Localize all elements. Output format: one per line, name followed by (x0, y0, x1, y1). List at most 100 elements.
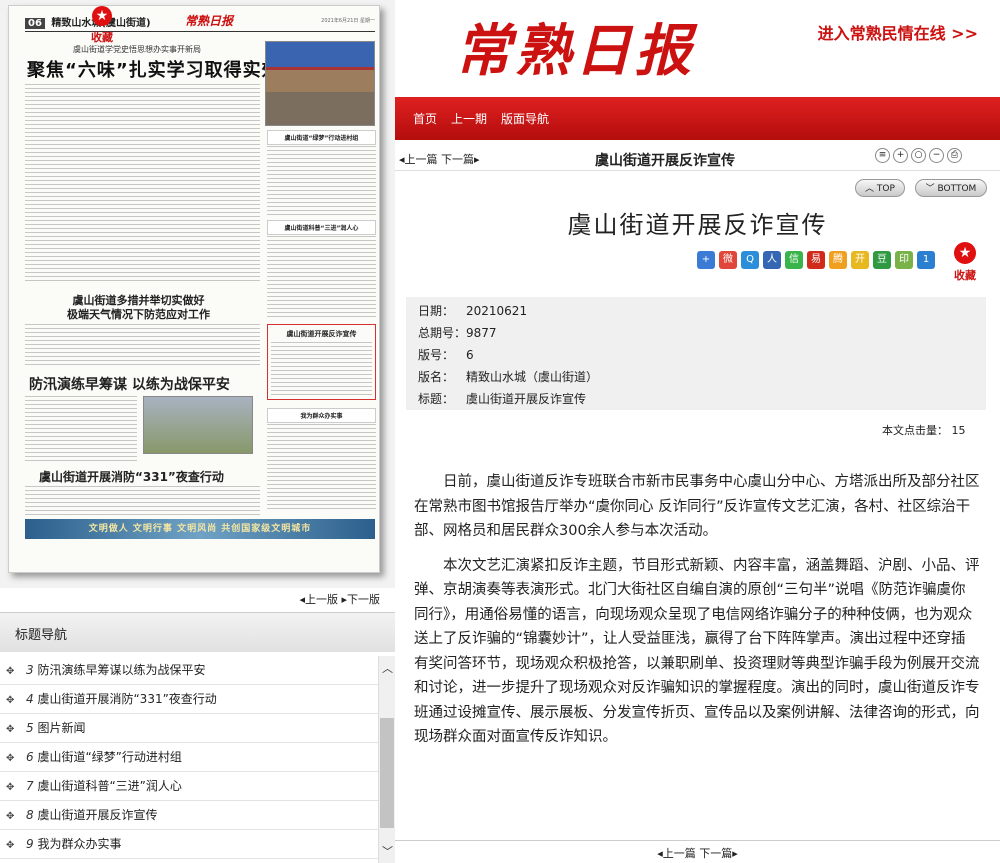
share-qzone-icon[interactable]: Q (741, 251, 759, 269)
share-douban-icon[interactable]: 豆 (873, 251, 891, 269)
share-renren-icon[interactable]: 人 (763, 251, 781, 269)
title-nav-item[interactable]: ✥ 6 虞山街道“绿梦”行动进村组 (0, 743, 378, 772)
paper-header: 06 精致山水城(虞山街道) 常熟日报 2021年6月21日 星期一 (25, 14, 375, 32)
meta-title: 虞山街道开展反诈宣传 (466, 392, 587, 406)
title-nav-number: 5 (26, 721, 34, 735)
title-nav-number: 7 (26, 779, 34, 793)
move-icon: ✥ (6, 840, 15, 851)
next-page-link[interactable]: ▸下一版 (341, 593, 380, 606)
article-body: 日前，虞山街道反诈专班联合市新市民事务中心虞山分中心、方塔派出所及部分社区在常熟… (414, 470, 980, 760)
nav-prev-issue[interactable]: 上一期 (451, 110, 487, 127)
title-nav-item[interactable]: ✥ 5 图片新闻 (0, 714, 378, 743)
main-nav: 首页 上一期 版面导航 (395, 97, 1000, 140)
share-kaixin-icon[interactable]: 开 (851, 251, 869, 269)
share-netease-icon[interactable]: 易 (807, 251, 825, 269)
prev-article-link[interactable]: ◂上一篇 (399, 153, 438, 166)
title-nav-item[interactable]: ✥ 3 防汛演练早筹谋以练为战保平安 (0, 656, 378, 685)
title-nav-item[interactable]: ✥ 7 虞山街道科普“三进”润人心 (0, 772, 378, 801)
zoom-reset-icon[interactable]: ○ (911, 148, 926, 163)
paper-side-title: 虞山街道开展反诈宣传 (286, 330, 357, 338)
list-icon[interactable]: ≡ (875, 148, 890, 163)
paper-text-block (25, 396, 137, 462)
move-icon: ✥ (6, 724, 15, 735)
zoom-in-icon[interactable]: + (893, 148, 908, 163)
move-icon: ✥ (6, 666, 15, 677)
share-more-icon[interactable]: + (697, 251, 715, 269)
paper-headline-2[interactable]: 虞山街道多措并举切实做好 极端天气情况下防范应对工作 (67, 294, 210, 322)
title-nav-title: 虞山街道“绿梦”行动进村组 (37, 750, 182, 764)
title-nav-title: 防汛演练早筹谋以练为战保平安 (37, 663, 206, 677)
paper-side-title[interactable]: 虞山街道“绿梦”行动进村组 (267, 130, 376, 145)
meta-title-label: 标题： (418, 392, 455, 406)
paper-text-block (267, 424, 376, 512)
prev-page-link[interactable]: ◂上一版 (299, 593, 338, 606)
scroll-top-button[interactable]: ︿ TOP (855, 179, 905, 197)
nav-home[interactable]: 首页 (413, 110, 437, 127)
minqing-link[interactable]: 进入常熟民情在线 >> (818, 20, 978, 44)
paper-headline-4[interactable]: 虞山街道开展消防“331”夜查行动 (39, 468, 224, 485)
title-nav-header: 标题导航 (0, 612, 395, 652)
title-nav-title: 虞山街道开展反诈宣传 (37, 808, 158, 822)
paper-side-title[interactable]: 我为群众办实事 (267, 408, 376, 423)
paper-text-block (267, 146, 376, 216)
share-wechat-icon[interactable]: 信 (785, 251, 803, 269)
page-nav: ◂上一版 ▸下一版 (0, 588, 395, 612)
paper-subtitle: 虞山街道学党史悟思想办实事开新局 (73, 45, 201, 54)
site-header: 常熟日报 进入常熟民情在线 >> (395, 0, 1000, 97)
zoom-out-icon[interactable]: − (929, 148, 944, 163)
title-nav-number: 4 (26, 692, 34, 706)
title-nav-item[interactable]: ✥ 4 虞山街道开展消防“331”夜查行动 (0, 685, 378, 714)
print-icon[interactable]: ⎙ (947, 148, 962, 163)
paper-photo-group (265, 41, 375, 126)
meta-date: 20210621 (466, 304, 528, 318)
scroll-bottom-button[interactable]: ﹀ BOTTOM (915, 179, 987, 197)
scrollbar-thumb[interactable] (380, 718, 394, 828)
newspaper-page-image[interactable]: 06 精致山水城(虞山街道) 常熟日报 2021年6月21日 星期一 ★ 收藏 … (8, 5, 380, 573)
paper-brand: 常熟日报 (185, 14, 234, 28)
article-paragraph: 日前，虞山街道反诈专班联合市新市民事务中心虞山分中心、方塔派出所及部分社区在常熟… (414, 474, 980, 539)
title-nav-number: 6 (26, 750, 34, 764)
star-icon: ★ (954, 242, 976, 264)
paper-text-block (271, 342, 372, 396)
next-article-link-bottom[interactable]: 下一篇▸ (699, 847, 738, 860)
paper-banner: 文明做人 文明行事 文明风尚 共创国家级文明城市 (25, 519, 375, 539)
share-print-icon[interactable]: 印 (895, 251, 913, 269)
paper-favorite-label: 收藏 (91, 31, 113, 44)
article-paragraph: 本次文艺汇演紧扣反诈主题，节目形式新颖、内容丰富，涵盖舞蹈、沪剧、小品、评弹、京… (414, 557, 980, 746)
article-title: 虞山街道开展反诈宣传 (567, 211, 828, 239)
nav-page-nav[interactable]: 版面导航 (501, 110, 549, 127)
article-favorite-label: 收藏 (954, 269, 976, 282)
meta-issue-label: 总期号： (418, 326, 467, 340)
meta-page: 6 (466, 348, 474, 362)
share-count-icon[interactable]: 1 (917, 251, 935, 269)
move-icon: ✥ (6, 695, 15, 706)
title-nav-scrollbar[interactable]: ︿ ﹀ (378, 656, 395, 863)
title-nav-item[interactable]: ✥ 9 我为群众办实事 (0, 830, 378, 859)
title-nav-title: 我为群众办实事 (37, 837, 122, 851)
scroll-up-icon[interactable]: ︿ (379, 660, 396, 676)
meta-issue: 9877 (466, 326, 497, 340)
meta-pname-label: 版名： (418, 370, 455, 384)
scroll-down-icon[interactable]: ﹀ (379, 843, 396, 859)
article-favorite-button[interactable]: ★ 收藏 (950, 242, 980, 283)
title-nav-number: 8 (26, 808, 34, 822)
star-icon: ★ (92, 6, 112, 26)
paper-headline-3[interactable]: 防汛演练早筹谋 以练为战保平安 (29, 374, 230, 394)
title-nav-item[interactable]: ✥ 8 虞山街道开展反诈宣传 (0, 801, 378, 830)
share-weibo-icon[interactable]: 微 (719, 251, 737, 269)
prev-article-link-bottom[interactable]: ◂上一篇 (657, 847, 696, 860)
next-article-link[interactable]: 下一篇▸ (441, 153, 480, 166)
paper-page-number: 06 (25, 18, 45, 29)
paper-text-block (25, 486, 260, 516)
article-bottom-nav: ◂上一篇 下一篇▸ (395, 840, 1000, 863)
paper-headline[interactable]: 聚焦“六味”扎实学习取得实效 (27, 56, 281, 82)
paper-side-title[interactable]: 虞山街道科普“三进”润人心 (267, 220, 376, 235)
title-nav-number: 9 (26, 837, 34, 851)
paper-date: 2021年6月21日 星期一 (321, 18, 375, 24)
share-tqq-icon[interactable]: 腾 (829, 251, 847, 269)
paper-favorite-button[interactable]: ★ 收藏 (89, 6, 115, 45)
site-logo[interactable]: 常熟日报 (455, 6, 695, 87)
click-count: 本文点击量： 15 (882, 424, 966, 437)
title-nav-title: 虞山街道科普“三进”润人心 (37, 779, 182, 793)
paper-text-block (267, 236, 376, 320)
